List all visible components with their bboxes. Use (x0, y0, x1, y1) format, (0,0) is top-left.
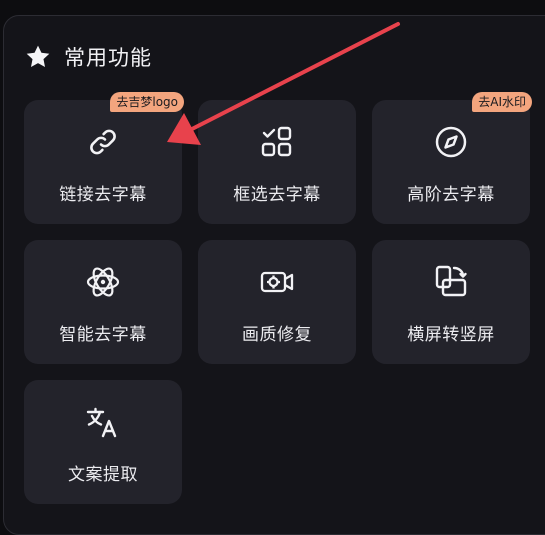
badge-label: 去AI水印 (472, 92, 532, 112)
card-label: 链接去字幕 (59, 185, 147, 205)
section-header: 常用功能 (24, 41, 152, 73)
translate-icon (85, 404, 121, 440)
card-link-remove-subtitles[interactable]: 链接去字幕 去吉梦logo (24, 92, 184, 224)
card-advanced-remove-subtitles[interactable]: 高阶去字幕 去AI水印 (372, 92, 532, 224)
card-quality-repair[interactable]: 画质修复 (198, 240, 356, 364)
card-text-extraction[interactable]: 文案提取 (24, 380, 182, 504)
camera-enhance-icon (259, 264, 295, 300)
card-landscape-to-portrait[interactable]: 横屏转竖屏 (372, 240, 530, 364)
badge-label: 去吉梦logo (110, 92, 184, 112)
card-label: 文案提取 (68, 465, 138, 485)
link-icon (85, 124, 121, 160)
card-label: 智能去字幕 (59, 325, 147, 345)
card-smart-remove-subtitles[interactable]: 智能去字幕 (24, 240, 182, 364)
compass-icon (433, 124, 469, 160)
rotate-screen-icon (433, 264, 469, 300)
atom-icon (85, 264, 121, 300)
section-title: 常用功能 (64, 46, 152, 70)
card-label: 横屏转竖屏 (407, 325, 495, 345)
card-label: 框选去字幕 (233, 185, 321, 205)
card-box-select-remove-subtitles[interactable]: 框选去字幕 (198, 100, 356, 224)
card-label: 画质修复 (242, 325, 312, 345)
card-label: 高阶去字幕 (407, 185, 495, 205)
grid-select-icon (259, 124, 295, 160)
star-icon (24, 43, 52, 71)
